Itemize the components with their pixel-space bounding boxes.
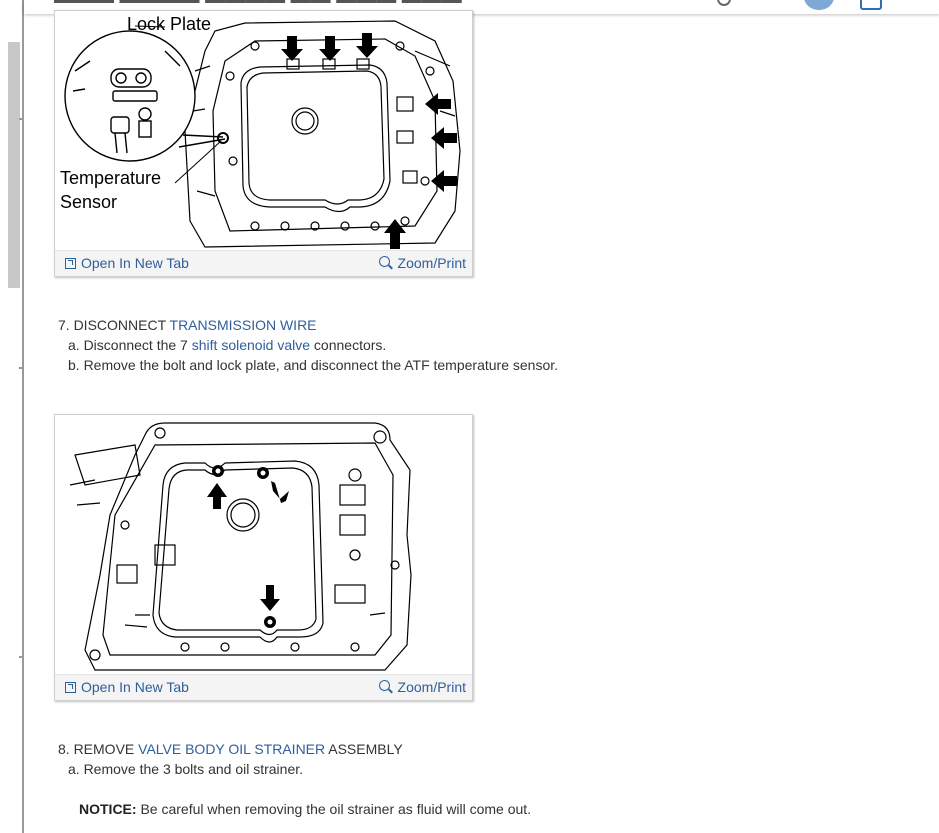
- avatar[interactable]: [804, 0, 834, 10]
- step-7a: a. Disconnect the 7 shift solenoid valve…: [68, 337, 386, 353]
- open-new-tab-icon: [65, 257, 76, 269]
- step-8-suffix: ASSEMBLY: [325, 741, 403, 757]
- notice: NOTICE: Be careful when removing the oil…: [79, 801, 531, 817]
- scrollbar-thumb[interactable]: [8, 42, 20, 288]
- valve-body-oil-strainer-link[interactable]: VALVE BODY OIL STRAINER: [138, 741, 325, 757]
- step-8-prefix: 8. REMOVE: [58, 741, 139, 757]
- step-8a: a. Remove the 3 bolts and oil strainer.: [68, 761, 304, 777]
- notice-label: NOTICE:: [79, 801, 137, 817]
- shift-solenoid-valve-link[interactable]: shift solenoid valve: [192, 337, 310, 353]
- open-new-tab-icon: [65, 681, 76, 693]
- left-gutter: [0, 0, 23, 833]
- content-border: [22, 0, 24, 833]
- zoom-icon: [378, 256, 393, 270]
- step-8-heading: 8. REMOVE VALVE BODY OIL STRAINER ASSEMB…: [58, 741, 403, 757]
- zoom-print-label: Zoom/Print: [397, 255, 466, 271]
- figure-1-diagram: Lock Plate Temperature Sensor: [60, 14, 461, 249]
- sensor-label: Sensor: [60, 192, 117, 212]
- zoom-print-label: Zoom/Print: [397, 679, 466, 695]
- figure-2: Open In New Tab Zoom/Print: [54, 414, 473, 701]
- step-7-heading: 7. DISCONNECT TRANSMISSION WIRE: [58, 317, 317, 333]
- step-7-prefix: 7. DISCONNECT: [58, 317, 170, 333]
- notice-text: Be careful when removing the oil straine…: [136, 801, 532, 817]
- bookmark-icon[interactable]: [860, 0, 882, 10]
- zoom-print-link[interactable]: Zoom/Print: [378, 679, 466, 695]
- step-7a-suffix: connectors.: [310, 337, 387, 353]
- figure-2-footer: Open In New Tab Zoom/Print: [55, 674, 472, 700]
- figure-2-diagram: [69, 422, 412, 671]
- search-icon[interactable]: [717, 0, 731, 6]
- zoom-icon: [378, 680, 393, 694]
- figure-1: Lock Plate Temperature Sensor Open In Ne…: [54, 10, 473, 277]
- zoom-print-link[interactable]: Zoom/Print: [378, 255, 466, 271]
- open-in-new-tab-label: Open In New Tab: [81, 255, 189, 271]
- open-in-new-tab-link[interactable]: Open In New Tab: [65, 679, 189, 695]
- figure-1-footer: Open In New Tab Zoom/Print: [55, 250, 472, 276]
- lock-plate-label: Lock Plate: [127, 14, 211, 34]
- temperature-label: Temperature: [60, 168, 161, 188]
- open-in-new-tab-link[interactable]: Open In New Tab: [65, 255, 189, 271]
- step-7a-prefix: a. Disconnect the 7: [68, 337, 192, 353]
- transmission-wire-link[interactable]: TRANSMISSION WIRE: [170, 317, 317, 333]
- open-in-new-tab-label: Open In New Tab: [81, 679, 189, 695]
- top-bar-title: ▬▬▬ ▬▬▬▬ ▬▬▬▬ ▬▬ ▬▬▬ ▬▬▬: [54, 0, 462, 9]
- step-7b: b. Remove the bolt and lock plate, and d…: [68, 357, 559, 373]
